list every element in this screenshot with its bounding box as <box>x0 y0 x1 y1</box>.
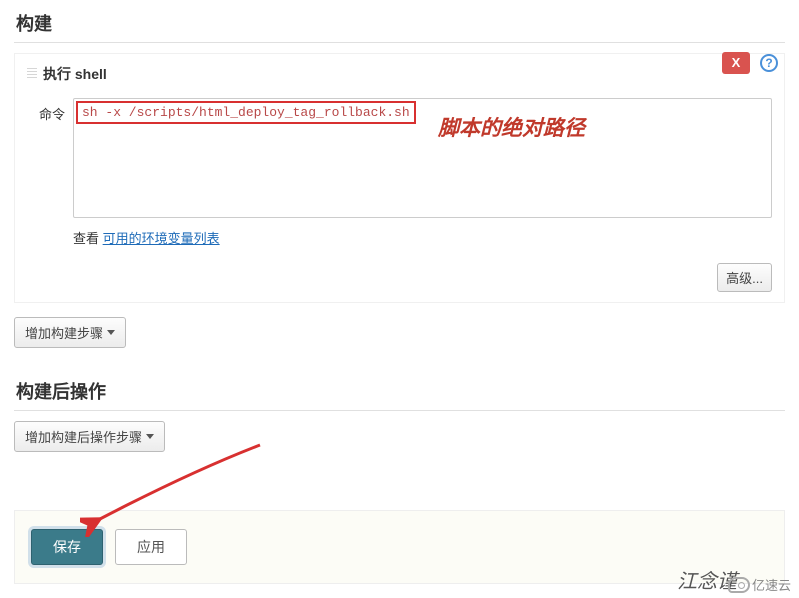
add-build-step-button[interactable]: 增加构建步骤 <box>14 317 126 348</box>
chevron-down-icon <box>146 434 154 439</box>
footer-bar: 保存 应用 <box>14 510 785 584</box>
command-label: 命令 <box>27 98 65 123</box>
build-pane: X ? 执行 shell 命令 sh -x /scripts/html_depl… <box>14 53 785 303</box>
apply-button[interactable]: 应用 <box>115 529 187 565</box>
annotation-text: 脚本的绝对路径 <box>438 112 585 142</box>
command-value: sh -x /scripts/html_deploy_tag_rollback.… <box>76 101 416 124</box>
cloud-icon <box>728 577 750 593</box>
help-icon[interactable]: ? <box>760 54 778 72</box>
shell-step-title: 执行 shell <box>43 64 107 84</box>
advanced-button[interactable]: 高级... <box>717 263 772 292</box>
env-vars-link[interactable]: 可用的环境变量列表 <box>103 231 220 246</box>
add-postbuild-step-button[interactable]: 增加构建后操作步骤 <box>14 421 165 452</box>
delete-step-button[interactable]: X <box>722 52 750 74</box>
chevron-down-icon <box>107 330 115 335</box>
env-vars-hint: 查看 可用的环境变量列表 <box>73 228 772 247</box>
drag-handle-icon[interactable] <box>27 68 37 80</box>
postbuild-section-title: 构建后操作 <box>14 374 785 411</box>
brand-logo: 亿速云 <box>728 575 791 594</box>
save-button[interactable]: 保存 <box>31 529 103 565</box>
build-section-title: 构建 <box>14 6 785 43</box>
command-textarea[interactable]: sh -x /scripts/html_deploy_tag_rollback.… <box>73 98 772 218</box>
